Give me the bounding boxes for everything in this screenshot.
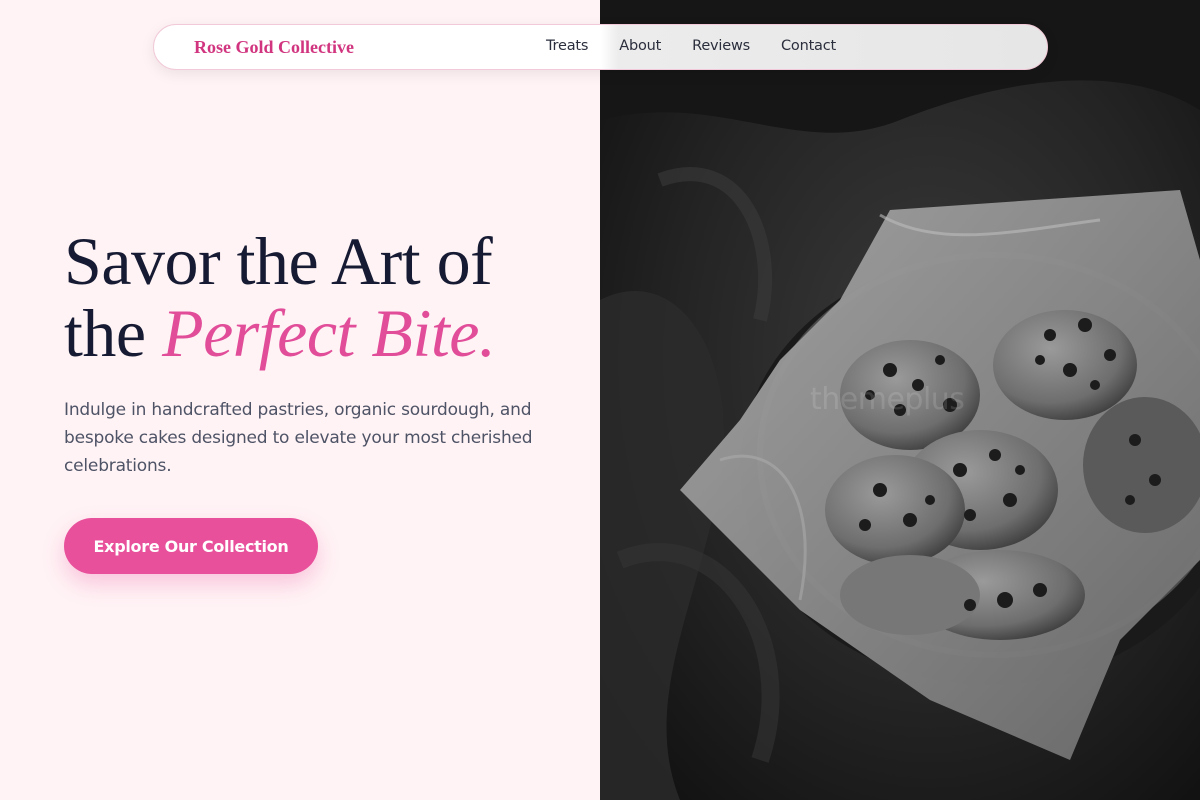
hero-title-line2-prefix: the [64, 295, 163, 371]
hero-title: Savor the Art of the Perfect Bite. [64, 225, 594, 369]
hero-subtitle: Indulge in handcrafted pastries, organic… [64, 400, 533, 476]
hero-section: Savor the Art of the Perfect Bite. Indul… [0, 0, 600, 800]
photo-watermark: themeplus [810, 382, 965, 417]
nav-link-treats[interactable]: Treats [546, 38, 588, 54]
hero-title-line1: Savor the Art of [64, 223, 493, 299]
nav-link-contact[interactable]: Contact [781, 38, 836, 54]
hero-photo: themeplus [600, 0, 1200, 800]
brand-logo[interactable]: Rose Gold Collective [194, 37, 354, 58]
top-navbar: Rose Gold Collective Treats About Review… [153, 24, 1048, 70]
hero-title-accent: Perfect Bite. [162, 295, 496, 371]
nav-link-reviews[interactable]: Reviews [692, 38, 750, 54]
explore-collection-button[interactable]: Explore Our Collection [64, 518, 318, 574]
nav-links: Treats About Reviews Contact [546, 38, 867, 54]
nav-link-about[interactable]: About [619, 38, 661, 54]
